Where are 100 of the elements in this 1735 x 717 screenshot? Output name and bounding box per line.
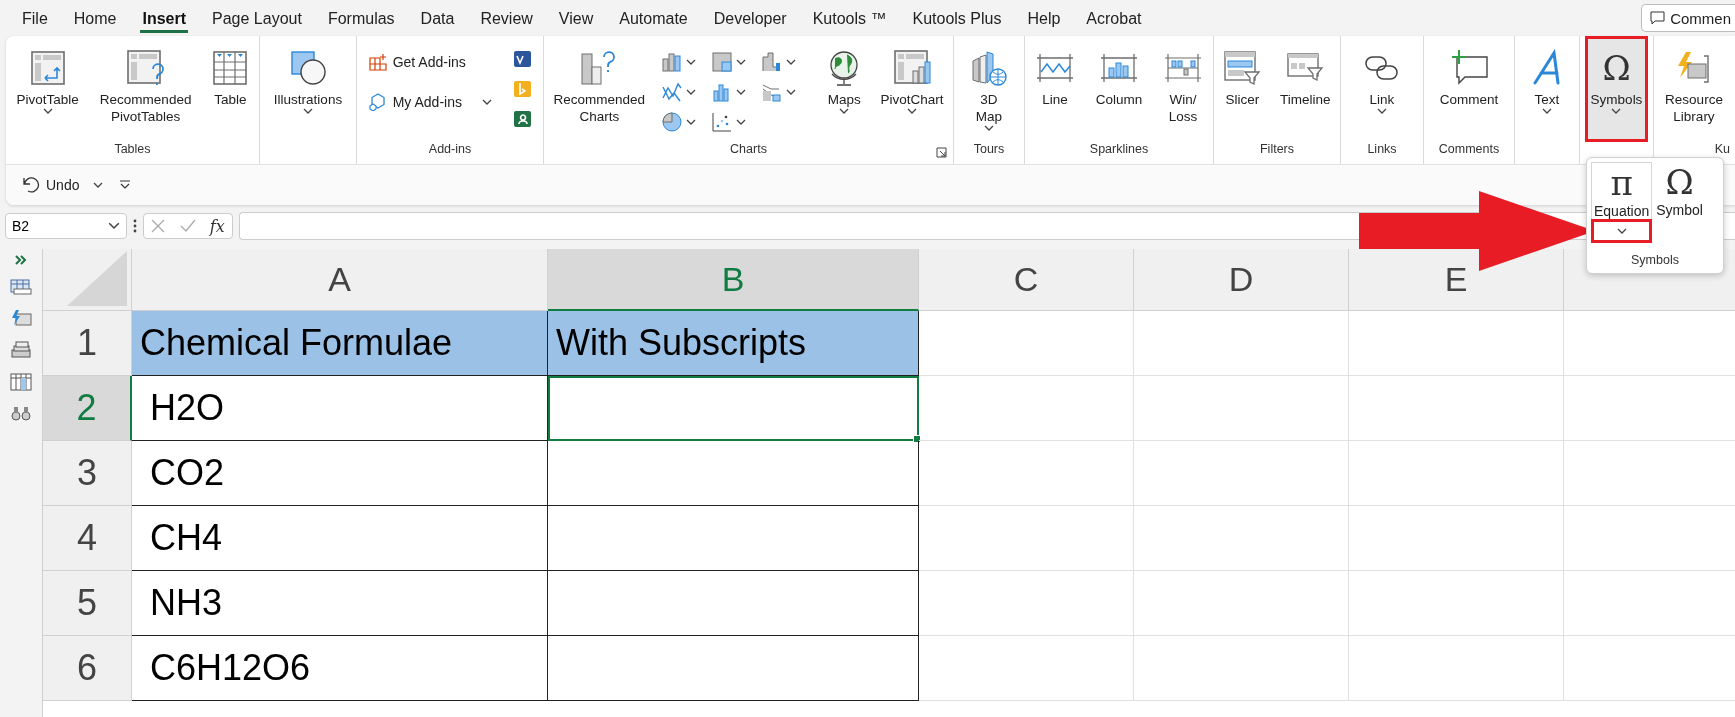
- comment-plus-icon: [1449, 49, 1489, 87]
- ribbon-button[interactable]: My Add-ins: [366, 91, 494, 113]
- workbook-icon[interactable]: [10, 279, 32, 295]
- add-grid-icon: [368, 53, 387, 71]
- ribbon-button[interactable]: Column: [1092, 43, 1146, 110]
- row-header[interactable]: 1: [43, 311, 132, 376]
- table-cell: NH3: [132, 571, 548, 636]
- comment-icon: [1650, 11, 1666, 25]
- scatter-chart-icon: [711, 111, 734, 133]
- row-header[interactable]: 4: [43, 506, 132, 571]
- ribbon-button[interactable]: Illustrations: [270, 43, 346, 116]
- customize-toolbar-icon[interactable]: [119, 180, 132, 190]
- ribbon-button[interactable]: Comment: [1436, 43, 1502, 110]
- binoculars-icon[interactable]: [11, 405, 31, 421]
- group-label: Charts: [730, 142, 767, 156]
- menu-tab[interactable]: Acrobat: [1084, 3, 1144, 33]
- menu-tab[interactable]: View: [556, 3, 596, 33]
- column-header[interactable]: D: [1134, 249, 1349, 311]
- ribbon-button[interactable]: Ω Symbols: [1587, 43, 1646, 139]
- chain-link-icon: [1364, 53, 1400, 83]
- ribbon-button[interactable]: Win/ Loss: [1161, 43, 1206, 127]
- omega-symbol-icon: Ω: [1665, 162, 1694, 202]
- ribbon-button[interactable]: Link: [1361, 43, 1403, 116]
- menu-tab[interactable]: Kutools ™: [810, 3, 889, 33]
- check-icon[interactable]: [179, 219, 196, 233]
- app-button[interactable]: [513, 49, 534, 69]
- ribbon-button[interactable]: Table: [209, 43, 252, 110]
- menu-item[interactable]: Ω Symbol: [1654, 162, 1705, 218]
- menu-tab[interactable]: Home: [71, 3, 119, 33]
- ribbon-button[interactable]: Line: [1032, 43, 1077, 110]
- caret-icon: [786, 59, 797, 65]
- group-label: Add-ins: [428, 142, 472, 156]
- row-header[interactable]: 3: [43, 441, 132, 506]
- group-label: Tables: [114, 142, 151, 156]
- menu-tab[interactable]: Help: [1025, 3, 1063, 33]
- ribbon-button[interactable]: Get Add-ins: [366, 51, 468, 73]
- shapes-icon: [290, 50, 326, 86]
- ribbon-button[interactable]: PivotTable: [13, 43, 82, 116]
- menu-tab[interactable]: Review: [478, 3, 535, 33]
- row-header[interactable]: 6: [43, 636, 132, 701]
- menu-item[interactable]: π Equation: [1591, 162, 1653, 219]
- undo-icon: [22, 176, 40, 194]
- menu-tab[interactable]: Kutools Plus: [910, 3, 1004, 33]
- caret-icon: [686, 89, 697, 95]
- menu-tab[interactable]: Data: [418, 3, 457, 33]
- ribbon-button[interactable]: Slicer: [1220, 43, 1265, 110]
- pivot-chart-icon: [892, 49, 931, 87]
- table-cell: H2O: [132, 376, 548, 441]
- ribbon-button[interactable]: Recommended PivotTables: [96, 43, 195, 127]
- menu-tab[interactable]: Developer: [711, 3, 789, 33]
- pie-chart-icon: [661, 111, 684, 133]
- ribbon-button[interactable]: Resource Library: [1662, 43, 1726, 127]
- menu-tab[interactable]: Formulas: [325, 3, 397, 33]
- menu-tab[interactable]: Insert: [140, 3, 189, 33]
- columns-icon[interactable]: [10, 373, 32, 391]
- lightning-card-icon[interactable]: [10, 309, 32, 327]
- line-sparkline-icon: [1035, 52, 1074, 84]
- pivot-table-icon: [29, 50, 66, 86]
- comments-button[interactable]: Commen: [1641, 4, 1735, 32]
- ribbon-button[interactable]: 3D Map: [967, 43, 1011, 133]
- group-label: Filters: [1260, 142, 1294, 156]
- ribbon-button[interactable]: Maps: [824, 43, 865, 116]
- ribbon-button[interactable]: PivotChart: [877, 43, 947, 116]
- hierarchy-chart-icon: [711, 51, 734, 73]
- buildings-globe-icon: [970, 49, 1008, 87]
- undo-button[interactable]: Undo: [16, 175, 110, 195]
- more-options-icon[interactable]: [133, 219, 137, 233]
- table-cell: With Subscripts: [548, 311, 919, 376]
- insert-function-button[interactable]: fx: [209, 216, 225, 236]
- omega-symbol-icon: Ω: [1602, 48, 1631, 88]
- caret-icon: [786, 89, 797, 95]
- ribbon-button[interactable]: Timeline: [1277, 43, 1334, 110]
- group-label: Links: [1367, 142, 1397, 156]
- people-app-icon: [513, 109, 534, 129]
- row-header[interactable]: 5: [43, 571, 132, 636]
- dialog-launcher-icon[interactable]: [936, 147, 947, 158]
- expand-icon[interactable]: [14, 255, 28, 265]
- equation-dropdown-button[interactable]: [1591, 219, 1653, 243]
- text-letter-icon: [1532, 49, 1562, 87]
- menu-tab[interactable]: File: [20, 3, 50, 33]
- active-cell[interactable]: [548, 376, 919, 441]
- cancel-icon[interactable]: [151, 219, 166, 233]
- ribbon-button[interactable]: Recommended Charts: [550, 43, 649, 127]
- app-button[interactable]: [513, 109, 534, 129]
- menu-tab[interactable]: Page Layout: [210, 3, 304, 33]
- group-label: Ku: [1714, 142, 1730, 156]
- table-cell: Chemical Formulae: [132, 311, 548, 376]
- caret-icon: [736, 89, 747, 95]
- visio-app-icon: [513, 49, 534, 69]
- ribbon-button[interactable]: Text: [1529, 43, 1565, 116]
- pi-symbol-icon: π: [1610, 163, 1633, 203]
- column-chart-icon: [661, 51, 684, 73]
- stacked-sheets-icon[interactable]: [10, 341, 32, 359]
- column-header[interactable]: B: [548, 249, 919, 311]
- caret-icon: [108, 222, 120, 230]
- caret-icon: [736, 59, 747, 65]
- row-header[interactable]: 2: [43, 376, 132, 441]
- name-box[interactable]: B2: [5, 213, 127, 239]
- menu-tab[interactable]: Automate: [617, 3, 690, 33]
- column-header[interactable]: C: [919, 249, 1134, 311]
